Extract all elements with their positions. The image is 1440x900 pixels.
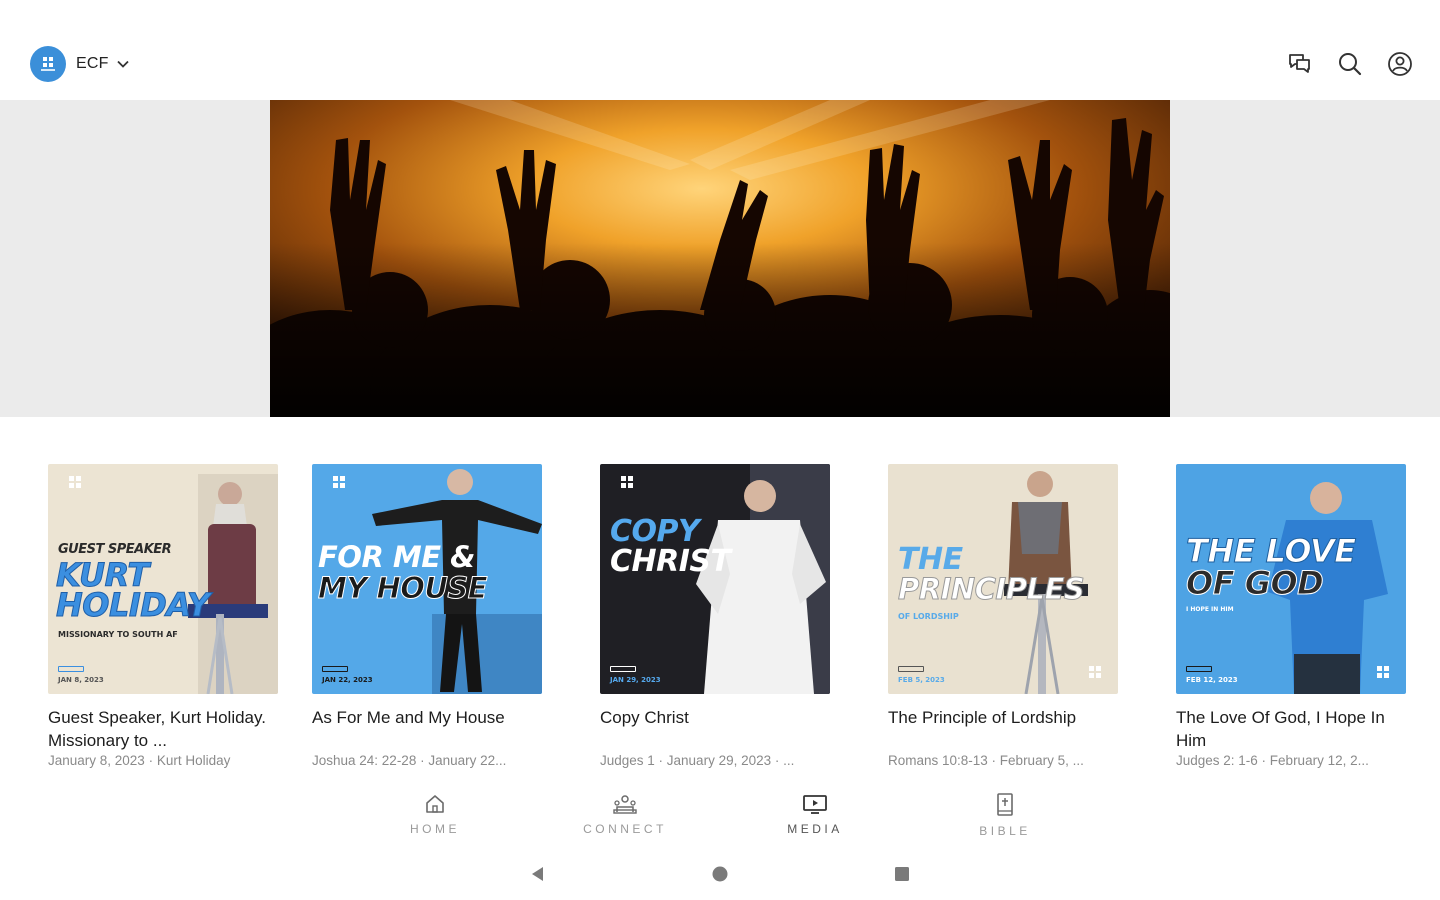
thumb-subtitle: OF LORDSHIP	[898, 612, 959, 621]
card-title: The Principle of Lordship	[888, 708, 1077, 727]
church-logo-icon	[618, 474, 636, 492]
card-title: The Love Of God, I Hope In Him	[1176, 708, 1385, 750]
chat-icon[interactable]	[1282, 48, 1318, 80]
thumb-date: FEB 12, 2023	[1186, 676, 1238, 684]
card-meta: Judges 2: 1-6 · February 12, 2...	[1176, 753, 1369, 768]
thumb-title: PRINCIPLES	[897, 572, 1085, 606]
thumb-title: THE LOVE	[1186, 532, 1357, 570]
media-card[interactable]: GUEST SPEAKER KURT HOLIDAY MISSIONARY TO…	[48, 464, 280, 768]
top-app-bar: ECF	[0, 0, 1440, 100]
bible-icon	[997, 793, 1013, 816]
church-logo-icon	[66, 474, 84, 492]
media-icon	[803, 795, 827, 814]
thumb-subtitle: I HOPE IN HIM	[1186, 606, 1234, 613]
card-title: Copy Christ	[600, 708, 689, 727]
thumb-subtitle: MISSIONARY TO SOUTH AF	[58, 630, 178, 639]
media-card[interactable]: THE PRINCIPLES OF LORDSHIP FEB 5, 2023 T…	[888, 464, 1120, 768]
home-icon	[426, 795, 444, 813]
nav-item-bible[interactable]: BIBLE	[950, 792, 1060, 838]
sermon-thumbnail: THE PRINCIPLES OF LORDSHIP FEB 5, 2023	[888, 464, 1118, 694]
church-logo-icon	[330, 474, 348, 492]
thumb-date: JAN 29, 2023	[610, 676, 661, 684]
card-meta: Judges 1 · January 29, 2023 · ...	[600, 753, 795, 768]
card-title: As For Me and My House	[312, 708, 505, 727]
hero-banner-band	[0, 100, 1440, 417]
thumb-title: MY HOUSE	[317, 571, 488, 605]
sermon-thumbnail: GUEST SPEAKER KURT HOLIDAY MISSIONARY TO…	[48, 464, 278, 694]
org-name: ECF	[76, 55, 109, 72]
media-card[interactable]: THE LOVE OF GOD I HOPE IN HIM FEB 12, 20…	[1176, 464, 1408, 768]
org-switcher[interactable]: ECF	[30, 46, 129, 82]
thumb-date: FEB 5, 2023	[898, 676, 945, 684]
nav-label: CONNECT	[583, 822, 667, 836]
sermon-thumbnail: FOR ME & MY HOUSE JAN 22, 2023	[312, 464, 542, 694]
series-mark	[898, 666, 924, 672]
thumb-title: CHRIST	[610, 544, 731, 579]
nav-item-home[interactable]: HOME	[380, 792, 490, 836]
thumb-title: OF GOD	[1185, 564, 1324, 602]
media-card[interactable]: COPY CHRIST JAN 29, 2023 Copy Christ Jud…	[600, 464, 832, 768]
card-meta: Romans 10:8-13 · February 5, ...	[888, 753, 1084, 768]
chevron-down-icon	[116, 60, 129, 68]
thumb-title: COPY	[610, 514, 700, 549]
recents-icon[interactable]	[890, 862, 914, 886]
card-meta: January 8, 2023 · Kurt Holiday	[48, 753, 231, 768]
nav-label: BIBLE	[979, 824, 1031, 838]
media-card[interactable]: FOR ME & MY HOUSE JAN 22, 2023 As For Me…	[312, 464, 544, 768]
thumb-title: HOLIDAY	[56, 586, 211, 624]
account-icon[interactable]	[1382, 48, 1418, 80]
card-meta: Joshua 24: 22-28 · January 22...	[312, 753, 507, 768]
thumb-date: JAN 22, 2023	[322, 676, 373, 684]
nav-label: HOME	[410, 822, 460, 836]
nav-item-connect[interactable]: CONNECT	[570, 792, 680, 836]
connect-icon	[613, 795, 637, 814]
org-logo	[30, 46, 66, 82]
card-title: Guest Speaker, Kurt Holiday. Missionary …	[48, 708, 266, 750]
church-logo-icon	[1374, 664, 1392, 682]
thumb-title: FOR ME &	[318, 540, 475, 574]
nav-item-media[interactable]: MEDIA	[760, 792, 870, 836]
system-navigation-bar	[0, 852, 1440, 896]
thumb-title: THE	[898, 542, 963, 577]
thumb-title: GUEST SPEAKER	[58, 542, 172, 557]
church-logo-icon	[1086, 664, 1104, 682]
thumb-date: JAN 8, 2023	[58, 676, 104, 684]
hero-image[interactable]	[270, 100, 1170, 417]
sermon-thumbnail: COPY CHRIST JAN 29, 2023	[600, 464, 830, 694]
back-icon[interactable]	[526, 862, 550, 886]
bottom-navigation: HOME CONNECT MEDIA BIBLE	[0, 788, 1440, 844]
nav-label: MEDIA	[787, 822, 843, 836]
home-circle-icon[interactable]	[708, 862, 732, 886]
series-mark	[610, 666, 636, 672]
sermon-thumbnail: THE LOVE OF GOD I HOPE IN HIM FEB 12, 20…	[1176, 464, 1406, 694]
media-carousel: GUEST SPEAKER KURT HOLIDAY MISSIONARY TO…	[0, 464, 1440, 784]
series-mark	[322, 666, 348, 672]
series-mark	[1186, 666, 1212, 672]
search-icon[interactable]	[1332, 48, 1368, 80]
series-mark	[58, 666, 84, 672]
